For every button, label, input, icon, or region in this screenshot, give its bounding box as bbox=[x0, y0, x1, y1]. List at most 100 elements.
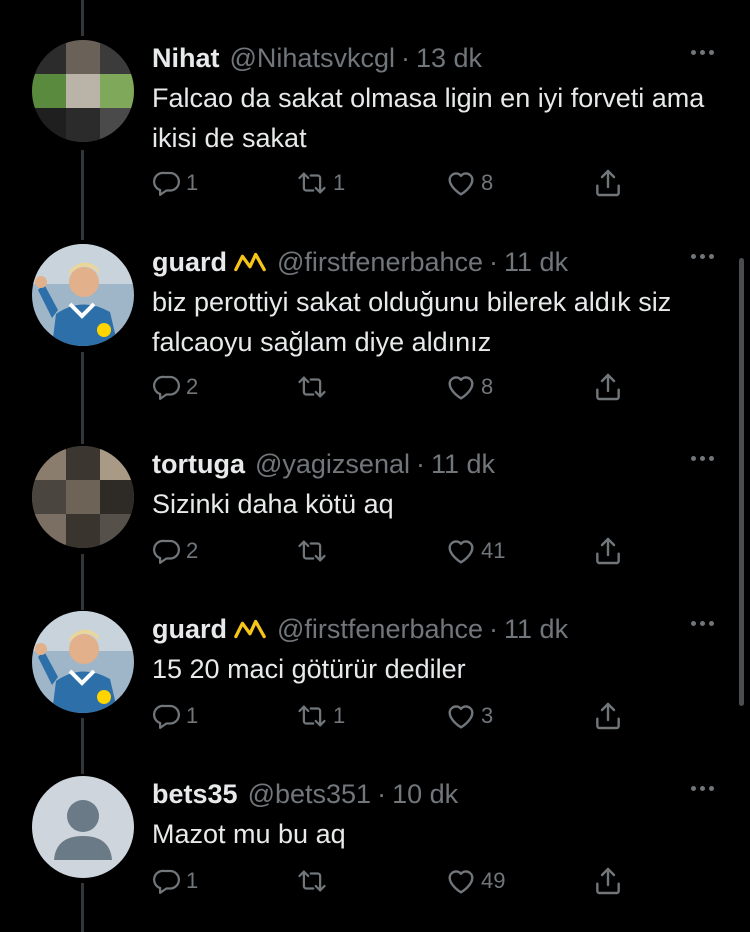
like-button[interactable]: 3 bbox=[445, 698, 493, 734]
author-name[interactable]: guard bbox=[152, 614, 227, 645]
share-button[interactable] bbox=[592, 369, 624, 405]
like-icon bbox=[445, 535, 477, 567]
tweet-text: 15 20 maci götürür dediler bbox=[152, 654, 466, 684]
reply-count: 1 bbox=[186, 868, 199, 893]
separator-dot: · bbox=[489, 613, 499, 644]
reply-icon bbox=[152, 866, 182, 896]
pixelated-avatar-icon bbox=[32, 446, 134, 548]
like-button[interactable]: 49 bbox=[445, 863, 505, 899]
reply-icon bbox=[152, 536, 182, 566]
like-count: 8 bbox=[481, 374, 494, 399]
like-icon bbox=[445, 865, 477, 897]
reply-count: 1 bbox=[186, 703, 199, 728]
tweet[interactable]: guard @firstfenerbahce · 11 dk 15 20 mac… bbox=[0, 611, 750, 751]
share-icon bbox=[592, 865, 624, 897]
avatar[interactable] bbox=[32, 40, 134, 142]
avatar[interactable] bbox=[32, 611, 134, 713]
reply-count: 1 bbox=[186, 170, 199, 195]
separator-dot: · bbox=[377, 778, 387, 809]
scrollbar[interactable] bbox=[739, 258, 744, 706]
retweet-count: 1 bbox=[333, 703, 346, 728]
retweet-button[interactable] bbox=[295, 533, 333, 569]
more-icon[interactable] bbox=[691, 621, 714, 626]
separator-dot: · bbox=[489, 246, 499, 277]
author-handle[interactable]: @yagizsenal bbox=[255, 449, 410, 480]
share-icon bbox=[592, 535, 624, 567]
share-button[interactable] bbox=[592, 863, 624, 899]
retweet-button[interactable]: 1 bbox=[295, 165, 345, 201]
reply-button[interactable]: 1 bbox=[152, 863, 198, 899]
more-icon[interactable] bbox=[691, 50, 714, 55]
retweet-icon bbox=[295, 372, 329, 402]
author-handle[interactable]: @bets351 bbox=[248, 779, 372, 810]
like-count: 41 bbox=[481, 538, 506, 563]
tweet[interactable]: guard @firstfenerbahce · 11 dk biz perot… bbox=[0, 244, 750, 414]
more-icon[interactable] bbox=[691, 254, 714, 259]
author-handle[interactable]: @Nihatsvkcgl bbox=[230, 43, 395, 74]
more-icon[interactable] bbox=[691, 786, 714, 791]
like-icon bbox=[445, 700, 477, 732]
more-icon[interactable] bbox=[691, 456, 714, 461]
tweet[interactable]: bets35 @bets351 · 10 dk Mazot mu bu aq 1… bbox=[0, 776, 750, 916]
crown-badge-icon bbox=[233, 617, 267, 641]
timestamp[interactable]: 11 dk bbox=[504, 247, 568, 278]
action-bar: 2 41 bbox=[152, 533, 632, 569]
retweet-button[interactable] bbox=[295, 369, 333, 405]
avatar[interactable] bbox=[32, 446, 134, 548]
author-name[interactable]: guard bbox=[152, 247, 227, 278]
separator-dot: · bbox=[415, 448, 425, 479]
author-name[interactable]: bets35 bbox=[152, 779, 238, 810]
tweet-text: biz perottiyi sakat olduğunu bilerek ald… bbox=[152, 287, 672, 357]
tweet[interactable]: Nihat @Nihatsvkcgl · 13 dk Falcao da sak… bbox=[0, 40, 750, 210]
reply-button[interactable]: 1 bbox=[152, 165, 198, 201]
reply-button[interactable]: 2 bbox=[152, 533, 198, 569]
share-icon bbox=[592, 371, 624, 403]
like-icon bbox=[445, 371, 477, 403]
like-button[interactable]: 8 bbox=[445, 369, 493, 405]
retweet-icon bbox=[295, 536, 329, 566]
separator-dot: · bbox=[400, 42, 410, 73]
retweet-button[interactable] bbox=[295, 863, 333, 899]
reply-count: 2 bbox=[186, 374, 199, 399]
timestamp[interactable]: 11 dk bbox=[504, 614, 568, 645]
pixelated-avatar-icon bbox=[32, 40, 134, 142]
retweet-button[interactable]: 1 bbox=[295, 698, 345, 734]
avatar[interactable] bbox=[32, 776, 134, 878]
action-bar: 2 8 bbox=[152, 369, 632, 405]
timestamp[interactable]: 13 dk bbox=[416, 43, 482, 74]
action-bar: 1 1 8 bbox=[152, 165, 632, 201]
like-count: 8 bbox=[481, 170, 494, 195]
author-handle[interactable]: @firstfenerbahce bbox=[277, 247, 483, 278]
reply-icon bbox=[152, 701, 182, 731]
retweet-icon bbox=[295, 168, 329, 198]
crown-badge-icon bbox=[233, 250, 267, 274]
reply-count: 2 bbox=[186, 538, 199, 563]
retweet-icon bbox=[295, 701, 329, 731]
share-button[interactable] bbox=[592, 533, 624, 569]
timestamp[interactable]: 10 dk bbox=[392, 779, 458, 810]
author-name[interactable]: Nihat bbox=[152, 43, 220, 74]
avatar[interactable] bbox=[32, 244, 134, 346]
like-button[interactable]: 41 bbox=[445, 533, 505, 569]
author-handle[interactable]: @firstfenerbahce bbox=[277, 614, 483, 645]
like-count: 49 bbox=[481, 868, 506, 893]
share-button[interactable] bbox=[592, 165, 624, 201]
like-button[interactable]: 8 bbox=[445, 165, 493, 201]
action-bar: 1 1 3 bbox=[152, 698, 632, 734]
retweet-count: 1 bbox=[333, 170, 346, 195]
like-icon bbox=[445, 167, 477, 199]
reply-button[interactable]: 2 bbox=[152, 369, 198, 405]
reply-icon bbox=[152, 372, 182, 402]
coach-photo-icon bbox=[32, 244, 134, 346]
author-name[interactable]: tortuga bbox=[152, 449, 245, 480]
like-count: 3 bbox=[481, 703, 494, 728]
coach-photo-icon bbox=[32, 611, 134, 713]
tweet-text: Mazot mu bu aq bbox=[152, 819, 346, 849]
timestamp[interactable]: 11 dk bbox=[431, 449, 495, 480]
thread-line bbox=[81, 0, 84, 36]
share-button[interactable] bbox=[592, 698, 624, 734]
reply-button[interactable]: 1 bbox=[152, 698, 198, 734]
share-icon bbox=[592, 167, 624, 199]
tweet[interactable]: tortuga @yagizsenal · 11 dk Sizinki daha… bbox=[0, 446, 750, 586]
action-bar: 1 49 bbox=[152, 863, 632, 899]
